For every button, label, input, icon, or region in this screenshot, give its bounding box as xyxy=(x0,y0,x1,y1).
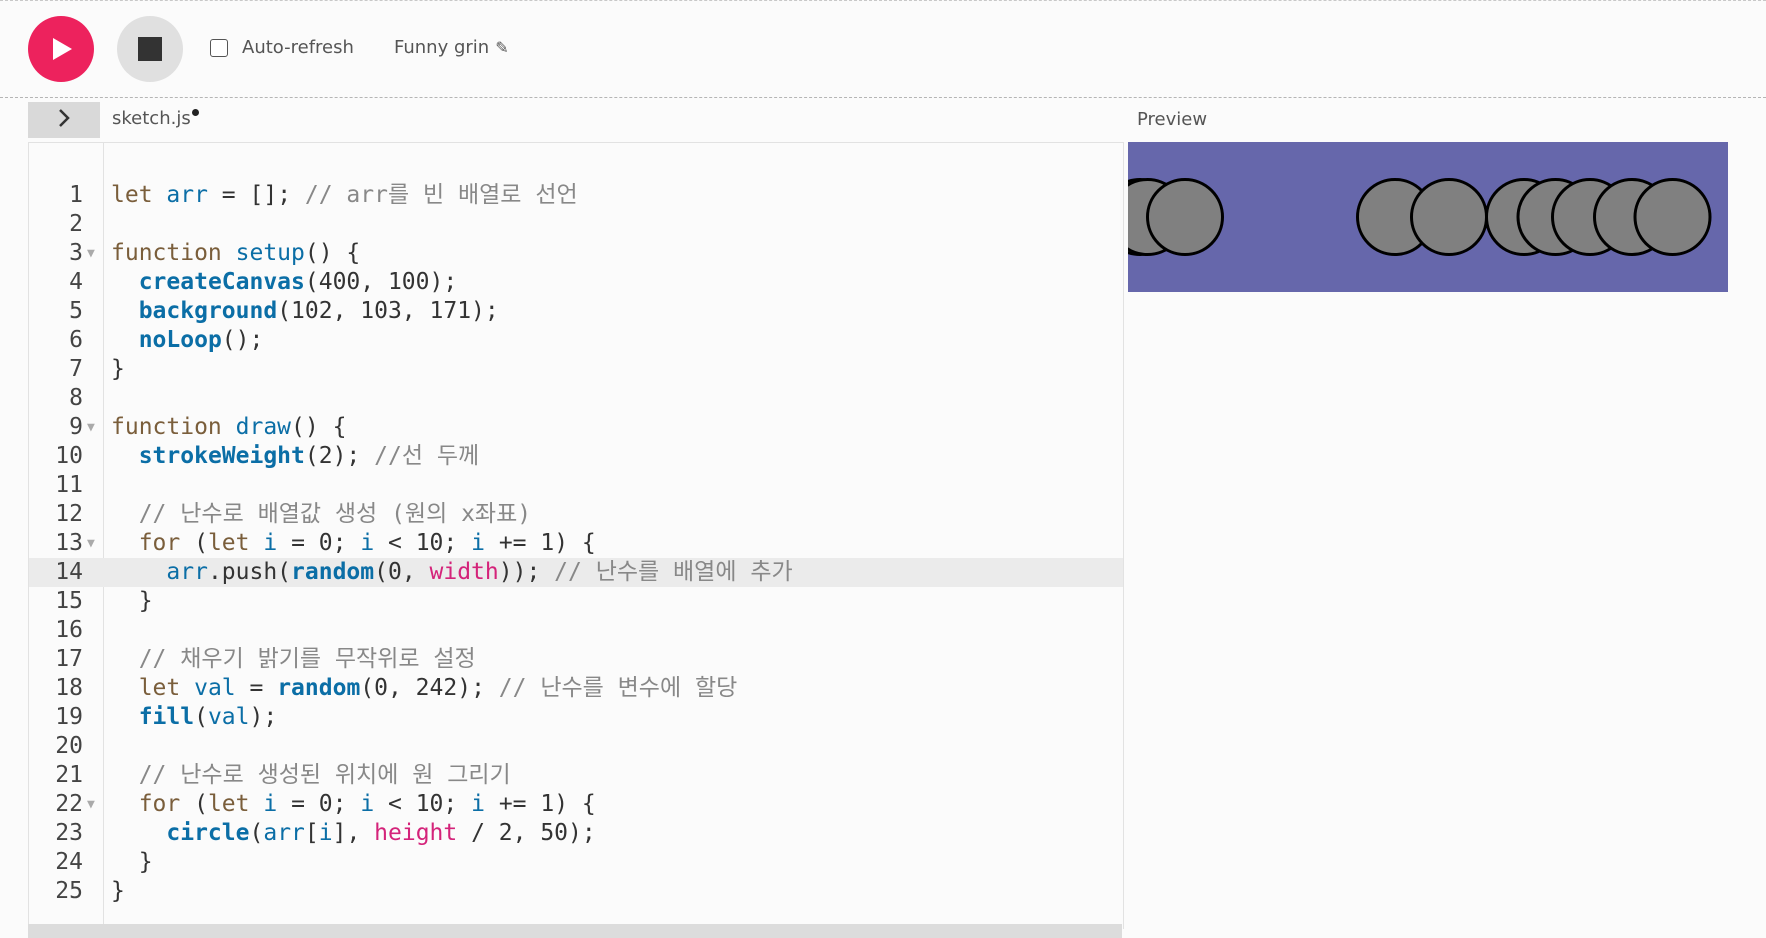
line-number: 16 xyxy=(55,617,83,643)
code-editor[interactable]: 1 let arr = []; // arr를 빈 배열로 선언 2 3 ▼ functi… xyxy=(28,142,1124,929)
preview-circle xyxy=(1146,178,1224,256)
line-number: 25 xyxy=(55,878,83,904)
line-number: 5 xyxy=(69,298,83,324)
line-number: 3 xyxy=(69,240,83,266)
code-text: let val = random(0, 242); // 난수를 변수에 할당 xyxy=(138,675,738,701)
code-line[interactable]: 5 background(102, 103, 171); xyxy=(29,297,1123,326)
code-line[interactable]: 12 // 난수로 배열값 생성 (원의 x좌표) xyxy=(29,500,1123,529)
code-text: // 난수로 배열값 생성 (원의 x좌표) xyxy=(138,501,532,527)
line-number: 1 xyxy=(69,182,83,208)
code-line[interactable]: 24 } xyxy=(29,848,1123,877)
code-text: } xyxy=(111,356,125,382)
line-number: 6 xyxy=(69,327,83,353)
code-text: fill(val); xyxy=(138,704,278,730)
code-text: circle(arr[i], height / 2, 50); xyxy=(166,820,596,846)
line-number: 24 xyxy=(55,849,83,875)
code-text: strokeWeight(2); //선 두께 xyxy=(138,443,480,469)
line-number: 7 xyxy=(69,356,83,382)
code-line[interactable]: 16 xyxy=(29,616,1123,645)
code-line[interactable]: 6 noLoop(); xyxy=(29,326,1123,355)
line-number: 11 xyxy=(55,472,83,498)
line-number: 10 xyxy=(55,443,83,469)
preview-canvas xyxy=(1128,142,1728,292)
code-line[interactable]: 19 fill(val); xyxy=(29,703,1123,732)
code-text: // 난수로 생성된 위치에 원 그리기 xyxy=(138,762,511,788)
line-number: 15 xyxy=(55,588,83,614)
fold-arrow-icon[interactable]: ▼ xyxy=(87,239,95,268)
code-text: // 채우기 밝기를 무작위로 설정 xyxy=(138,646,476,672)
auto-refresh-label: Auto-refresh xyxy=(242,37,354,58)
editor-horizontal-scrollbar[interactable] xyxy=(28,924,1122,938)
line-number: 12 xyxy=(55,501,83,527)
code-line[interactable]: 21 // 난수로 생성된 위치에 원 그리기 xyxy=(29,761,1123,790)
line-number: 13 xyxy=(55,530,83,556)
pencil-icon[interactable]: ✎ xyxy=(495,38,508,57)
code-line[interactable]: 23 circle(arr[i], height / 2, 50); xyxy=(29,819,1123,848)
code-line[interactable]: 4 createCanvas(400, 100); xyxy=(29,268,1123,297)
code-text: function setup() { xyxy=(111,240,361,266)
line-number: 18 xyxy=(55,675,83,701)
stop-icon xyxy=(138,37,162,61)
code-line[interactable]: 10 strokeWeight(2); //선 두께 xyxy=(29,442,1123,471)
line-number: 19 xyxy=(55,704,83,730)
code-text: background(102, 103, 171); xyxy=(138,298,499,324)
line-number: 20 xyxy=(55,733,83,759)
code-line[interactable]: 7} xyxy=(29,355,1123,384)
code-line[interactable]: 13 ▼ for (let i = 0; i < 10; i += 1) { xyxy=(29,529,1123,558)
line-number: 17 xyxy=(55,646,83,672)
auto-refresh-checkbox[interactable] xyxy=(210,38,228,57)
chevron-right-icon xyxy=(57,105,71,135)
code-text: } xyxy=(111,588,153,614)
code-lines[interactable]: 1 let arr = []; // arr를 빈 배열로 선언 2 3 ▼ functi… xyxy=(29,181,1123,906)
fold-arrow-icon[interactable]: ▼ xyxy=(87,413,95,442)
toolbar: Auto-refresh Funny grin ✎ xyxy=(0,1,1766,98)
line-number: 23 xyxy=(55,820,83,846)
line-number: 9 xyxy=(69,414,83,440)
code-line[interactable]: 9 ▼ function draw() { xyxy=(29,413,1123,442)
code-line[interactable]: 11 xyxy=(29,471,1123,500)
code-text: } xyxy=(111,878,125,904)
code-text: createCanvas(400, 100); xyxy=(138,269,458,295)
code-line[interactable]: 8 xyxy=(29,384,1123,413)
line-number: 4 xyxy=(69,269,83,295)
code-text: noLoop(); xyxy=(138,327,264,353)
line-number: 2 xyxy=(69,211,83,237)
unsaved-indicator xyxy=(192,109,199,116)
code-line[interactable]: 20 xyxy=(29,732,1123,761)
code-text: let arr = []; // arr를 빈 배열로 선언 xyxy=(111,182,578,208)
code-line[interactable]: 14 arr.push(random(0, width)); // 난수를 배열… xyxy=(29,558,1123,587)
play-button[interactable] xyxy=(28,16,94,82)
preview-circle xyxy=(1410,178,1488,256)
preview-circle xyxy=(1633,178,1712,256)
code-line[interactable]: 15 } xyxy=(29,587,1123,616)
line-number: 22 xyxy=(55,791,83,817)
auto-refresh-toggle[interactable]: Auto-refresh xyxy=(210,37,354,58)
code-text: } xyxy=(111,849,153,875)
line-number: 21 xyxy=(55,762,83,788)
code-text: arr.push(random(0, width)); // 난수를 배열에 추… xyxy=(166,559,793,585)
play-icon xyxy=(53,38,72,60)
code-text: for (let i = 0; i < 10; i += 1) { xyxy=(138,791,596,817)
preview-label: Preview xyxy=(1137,109,1208,130)
code-line[interactable]: 22 ▼ for (let i = 0; i < 10; i += 1) { xyxy=(29,790,1123,819)
sidebar-toggle-button[interactable] xyxy=(28,102,100,138)
code-line[interactable]: 18 let val = random(0, 242); // 난수를 변수에 … xyxy=(29,674,1123,703)
file-tab-sketch-js[interactable]: sketch.js xyxy=(112,108,191,129)
code-line[interactable]: 2 xyxy=(29,210,1123,239)
sketch-name[interactable]: Funny grin ✎ xyxy=(394,37,509,58)
code-text: for (let i = 0; i < 10; i += 1) { xyxy=(138,530,596,556)
line-number: 8 xyxy=(69,385,83,411)
fold-arrow-icon[interactable]: ▼ xyxy=(87,529,95,558)
code-line[interactable]: 3 ▼ function setup() { xyxy=(29,239,1123,268)
code-line[interactable]: 25} xyxy=(29,877,1123,906)
code-text: function draw() { xyxy=(111,414,347,440)
fold-arrow-icon[interactable]: ▼ xyxy=(87,790,95,819)
code-line[interactable]: 17 // 채우기 밝기를 무작위로 설정 xyxy=(29,645,1123,674)
stop-button[interactable] xyxy=(117,16,183,82)
line-number: 14 xyxy=(55,559,83,585)
sketch-name-label: Funny grin xyxy=(394,37,490,58)
code-line[interactable]: 1 let arr = []; // arr를 빈 배열로 선언 xyxy=(29,181,1123,210)
